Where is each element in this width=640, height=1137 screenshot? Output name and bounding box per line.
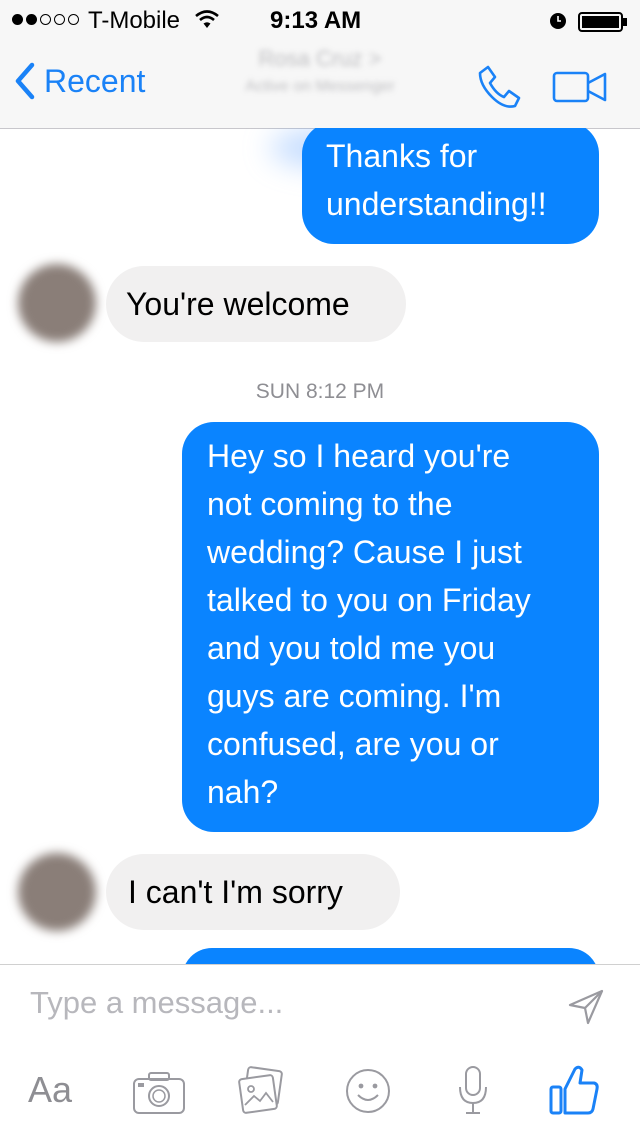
battery-icon [578, 12, 627, 32]
avatar[interactable] [18, 853, 96, 931]
message-bubble-outgoing[interactable]: Thanks for understanding!! [302, 128, 599, 244]
message-list[interactable]: Thanks for understanding!! You're welcom… [0, 128, 640, 964]
message-composer: Type a message... Aa [0, 964, 640, 1137]
chevron-left-icon [15, 62, 35, 100]
text-format-button[interactable]: Aa [28, 1069, 72, 1111]
message-bubble-incoming[interactable]: I can't I'm sorry [106, 854, 400, 930]
avatar[interactable] [18, 264, 96, 342]
message-input[interactable]: Type a message... [30, 985, 283, 1021]
back-label: Recent [44, 62, 146, 99]
alarm-icon [550, 13, 566, 29]
video-camera-icon[interactable] [552, 70, 608, 104]
message-bubble-incoming[interactable]: You're welcome [106, 266, 406, 342]
thumbs-up-icon[interactable] [548, 1063, 600, 1117]
signal-strength-icon [12, 14, 79, 25]
navigation-bar: Recent Rosa Cruz > Active on Messenger [0, 40, 640, 129]
message-bubble-outgoing-partial[interactable] [182, 948, 599, 964]
microphone-icon[interactable] [456, 1065, 490, 1117]
status-bar: T-Mobile 9:13 AM [0, 0, 640, 40]
contact-name: Rosa Cruz > [258, 46, 382, 71]
camera-icon[interactable] [132, 1071, 186, 1115]
message-bubble-outgoing[interactable]: Hey so I heard you're not coming to the … [182, 422, 599, 832]
carrier-label: T-Mobile [88, 7, 181, 34]
contact-header[interactable]: Rosa Cruz > Active on Messenger [200, 46, 440, 96]
wifi-icon [195, 10, 219, 28]
clock-time: 9:13 AM [270, 7, 362, 34]
send-arrow-icon[interactable] [566, 987, 606, 1027]
contact-status: Active on Messenger [245, 78, 395, 95]
composer-toolbar: Aa [0, 1059, 640, 1129]
smiley-icon[interactable] [344, 1067, 392, 1115]
back-button[interactable]: Recent [14, 62, 145, 100]
photo-gallery-icon[interactable] [236, 1065, 286, 1115]
phone-icon[interactable] [474, 62, 524, 112]
message-timestamp: SUN 8:12 PM [255, 380, 385, 403]
